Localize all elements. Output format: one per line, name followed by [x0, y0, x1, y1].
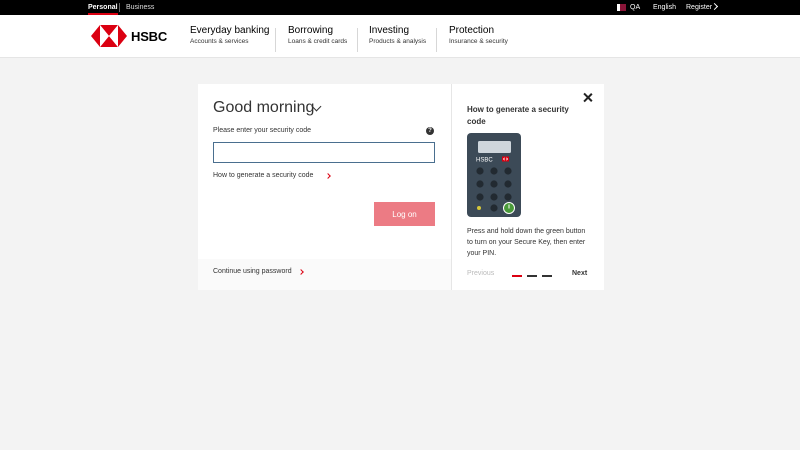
helper-description: Press and hold down the green button to …: [467, 228, 586, 257]
nav-protection[interactable]: Protection Insurance & security: [449, 25, 508, 45]
chevron-right-icon: [325, 173, 331, 179]
close-icon[interactable]: [583, 93, 592, 102]
security-code-label: Please enter your security code: [213, 127, 312, 134]
register-link[interactable]: Register: [686, 0, 712, 15]
top-bar: Personal Business QA English Register: [0, 0, 800, 15]
language-selector[interactable]: English: [653, 0, 676, 15]
nav-separator: [357, 28, 358, 52]
step-dot-active: [512, 275, 522, 277]
device-brand: HSBC: [476, 158, 493, 164]
step-dot: [542, 275, 552, 277]
nav-everyday-banking[interactable]: Everyday banking Accounts & services: [190, 25, 270, 45]
nav-title: Investing: [369, 25, 410, 36]
login-form: Good morning Please enter your security …: [198, 84, 451, 290]
segment-personal[interactable]: Personal: [88, 0, 118, 15]
greeting-title[interactable]: Good morning: [213, 99, 314, 117]
nav-title: Protection: [449, 25, 495, 36]
country-selector[interactable]: QA: [630, 0, 640, 15]
continue-password-link[interactable]: Continue using password: [213, 268, 292, 275]
nav-separator: [436, 28, 437, 52]
nav-subtitle: Insurance & security: [449, 38, 508, 45]
helper-panel: How to generate a security code HSBC Pre…: [452, 84, 604, 290]
nav-borrowing[interactable]: Borrowing Loans & credit cards: [288, 25, 347, 45]
previous-button[interactable]: Previous: [467, 270, 494, 277]
segment-business[interactable]: Business: [126, 0, 154, 15]
help-icon[interactable]: ?: [426, 127, 434, 135]
secure-key-device-icon: HSBC: [467, 133, 521, 217]
qatar-flag-icon: [617, 4, 626, 11]
segment-divider: [119, 3, 120, 12]
main-nav: HSBC Everyday banking Accounts & service…: [0, 15, 800, 58]
nav-separator: [275, 28, 276, 52]
nav-title: Everyday banking: [190, 25, 270, 36]
brand-name[interactable]: HSBC: [131, 29, 167, 44]
nav-investing[interactable]: Investing Products & analysis: [369, 25, 426, 45]
login-card: Good morning Please enter your security …: [198, 84, 604, 290]
helper-title: How to generate a security code: [467, 105, 569, 126]
nav-title: Borrowing: [288, 25, 334, 36]
security-code-input[interactable]: [213, 142, 435, 163]
next-button[interactable]: Next: [572, 270, 587, 277]
step-dot: [527, 275, 537, 277]
log-on-button[interactable]: Log on: [374, 202, 435, 226]
nav-subtitle: Loans & credit cards: [288, 38, 348, 45]
how-to-generate-link[interactable]: How to generate a security code: [213, 172, 313, 179]
hsbc-logo-icon[interactable]: [91, 25, 127, 47]
nav-subtitle: Accounts & services: [190, 38, 249, 45]
nav-subtitle: Products & analysis: [369, 38, 427, 45]
